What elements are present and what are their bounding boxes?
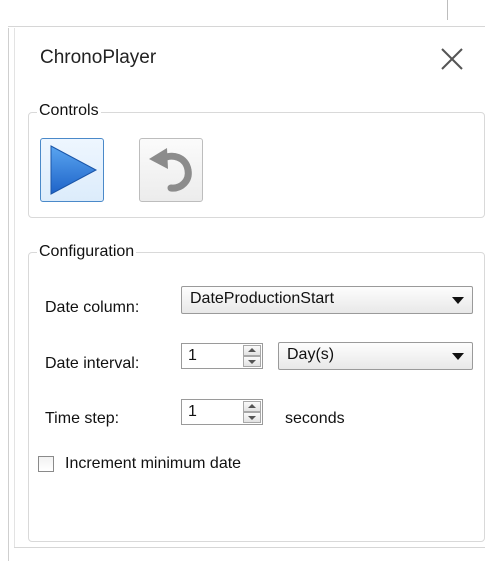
date-interval-unit-value: Day(s)	[287, 346, 335, 363]
undo-icon	[149, 148, 192, 192]
configuration-legend: Configuration	[37, 243, 137, 261]
date-column-value: DateProductionStart	[190, 290, 335, 307]
date-interval-unit-select[interactable]: Day(s)	[278, 342, 473, 370]
date-column-label: Date column:	[45, 299, 140, 316]
panel-top-border	[8, 26, 485, 27]
time-step-spin-buttons	[243, 401, 261, 423]
time-step-unit: seconds	[285, 410, 345, 427]
date-interval-value: 1	[188, 347, 197, 364]
panel-bottom-border	[14, 547, 485, 548]
time-step-label: Time step:	[45, 410, 120, 427]
date-interval-spin-buttons	[243, 345, 261, 367]
window-divider-tick	[447, 0, 448, 20]
close-icon	[441, 48, 463, 70]
reset-button[interactable]	[139, 138, 203, 202]
panel-left-border	[8, 28, 9, 561]
time-step-up-button[interactable]	[243, 401, 261, 412]
controls-legend: Controls	[37, 102, 101, 120]
chevron-down-icon	[452, 297, 464, 304]
play-button[interactable]	[40, 138, 104, 202]
date-interval-stepper[interactable]: 1	[181, 343, 263, 369]
time-step-stepper[interactable]: 1	[181, 399, 263, 425]
date-column-select[interactable]: DateProductionStart	[181, 286, 473, 314]
chevron-down-icon	[452, 353, 464, 360]
panel-title: ChronoPlayer	[40, 47, 157, 68]
panel-inner-left-border	[14, 28, 15, 548]
date-interval-down-button[interactable]	[243, 356, 261, 367]
date-interval-up-button[interactable]	[243, 345, 261, 356]
time-step-down-button[interactable]	[243, 412, 261, 423]
increment-minimum-date-label: Increment minimum date	[65, 455, 242, 472]
increment-minimum-date-checkbox[interactable]	[38, 456, 54, 472]
play-icon	[50, 145, 98, 195]
close-button[interactable]	[437, 44, 467, 74]
date-interval-label: Date interval:	[45, 355, 140, 372]
time-step-value: 1	[188, 403, 197, 420]
